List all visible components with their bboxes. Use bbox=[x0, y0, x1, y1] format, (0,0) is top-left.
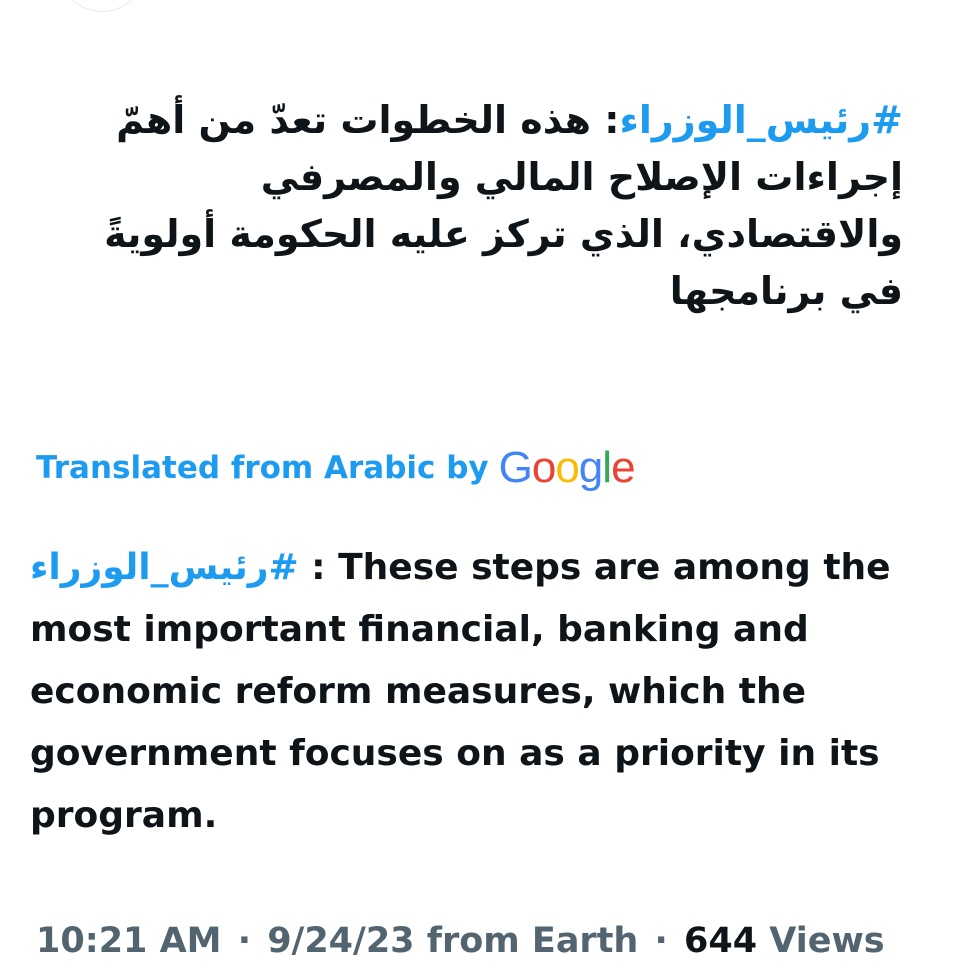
tweet-date[interactable]: 9/24/23 bbox=[267, 921, 414, 961]
google-logo: Google bbox=[498, 443, 636, 492]
views-label[interactable]: Views bbox=[769, 921, 884, 961]
tweet-source: from Earth bbox=[426, 921, 639, 961]
google-logo-letter: l bbox=[602, 443, 612, 492]
hashtag-link-translated[interactable]: #رئيس_الوزراء bbox=[30, 537, 299, 599]
views-count[interactable]: 644 bbox=[684, 921, 757, 961]
tweet-meta: 10:21 AM · 9/24/23 from Earth · 644 View… bbox=[36, 912, 885, 970]
translated-from-label[interactable]: Translated from Arabic by bbox=[36, 450, 489, 486]
separator-dot-2: · bbox=[654, 921, 668, 961]
google-logo-letter: o bbox=[555, 443, 580, 492]
tweet-text-translated: #رئيس_الوزراء : These steps are among th… bbox=[30, 537, 910, 847]
google-logo-letter: G bbox=[498, 443, 533, 492]
translation-attribution: Translated from Arabic by Google bbox=[36, 438, 636, 498]
google-logo-letter: g bbox=[578, 443, 604, 492]
google-logo-letter: o bbox=[531, 443, 557, 492]
google-logo-letter: e bbox=[611, 443, 636, 492]
hashtag-link[interactable]: #رئيس_الوزراء bbox=[619, 98, 903, 142]
avatar[interactable] bbox=[58, 0, 146, 12]
separator-dot: · bbox=[237, 921, 251, 961]
tweet-time[interactable]: 10:21 AM bbox=[36, 921, 222, 961]
tweet-text-original: #رئيس_الوزراء: هذه الخطوات تعدّ من أهمّ … bbox=[43, 92, 903, 320]
